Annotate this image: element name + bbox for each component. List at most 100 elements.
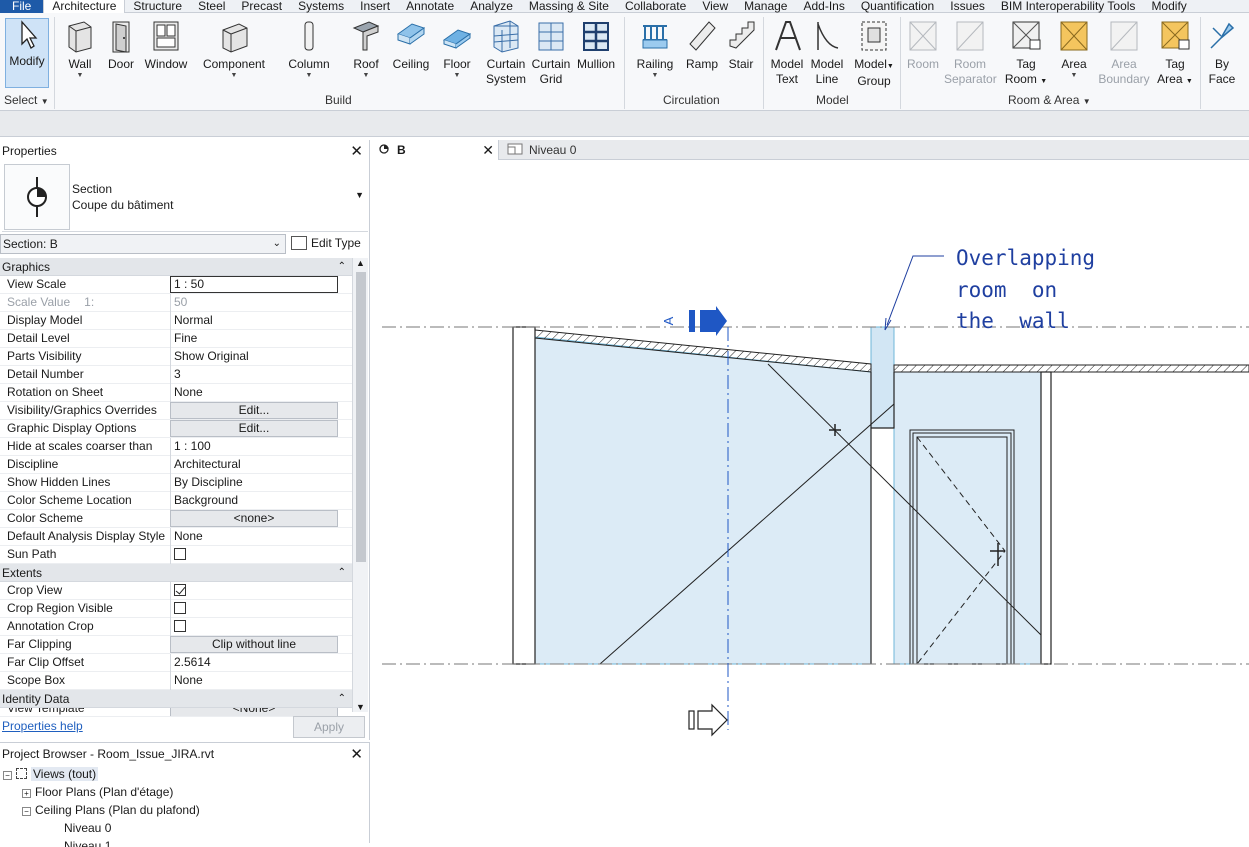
section-drawing[interactable]: A Overlapping room on the wall — [371, 160, 1249, 843]
color-scheme-button[interactable]: <none> — [170, 510, 338, 527]
room-area-group-label[interactable]: Room & Area ▼ — [1008, 93, 1091, 107]
menu-quantification[interactable]: Quantification — [853, 0, 942, 13]
floor-button[interactable]: Floor ▼ — [438, 18, 476, 79]
railing-button[interactable]: Railing ▼ — [634, 18, 676, 79]
collapse-icon[interactable]: ⌃ — [338, 690, 346, 708]
select-dropdown[interactable]: Select ▼ — [4, 93, 49, 107]
prop-value[interactable]: By Discipline — [170, 474, 338, 492]
menu-manage[interactable]: Manage — [736, 0, 795, 13]
collapse-icon[interactable]: ⌃ — [338, 258, 346, 276]
menu-file[interactable]: File — [0, 0, 44, 13]
view-scale-input[interactable]: 1 : 50 — [170, 276, 338, 293]
model-group-button[interactable]: Model▼ Group — [852, 18, 896, 89]
prop-value[interactable]: 2.5614 — [170, 654, 338, 672]
tree-item-niveau-1[interactable]: Niveau 1 — [0, 837, 370, 847]
tree-item-niveau-0[interactable]: Niveau 0 — [0, 819, 370, 837]
prop-value[interactable]: Show Original — [170, 348, 338, 366]
tab-niveau-0[interactable]: Niveau 0 — [501, 140, 621, 160]
menu-steel[interactable]: Steel — [190, 0, 233, 13]
drawing-canvas[interactable]: A Overlapping room on the wall — [371, 160, 1249, 843]
wall-button[interactable]: Wall ▼ — [60, 18, 100, 79]
prop-value[interactable]: None — [170, 384, 338, 402]
scroll-thumb[interactable] — [356, 272, 366, 562]
far-clipping-button[interactable]: Clip without line — [170, 636, 338, 653]
annotation-line-2[interactable]: room on — [956, 278, 1057, 302]
prop-value[interactable]: Normal — [170, 312, 338, 330]
prop-value[interactable]: Background — [170, 492, 338, 510]
prop-value[interactable]: None — [170, 672, 338, 690]
menu-modify[interactable]: Modify — [1143, 0, 1194, 13]
close-icon[interactable]: ✕ — [482, 140, 494, 160]
chevron-down-icon[interactable]: ▼ — [355, 190, 364, 200]
edit-type-button[interactable]: Edit Type — [291, 234, 361, 254]
prop-value[interactable]: Fine — [170, 330, 338, 348]
curtain-system-button[interactable]: Curtain System — [484, 18, 528, 87]
crop-view-checkbox[interactable] — [174, 584, 186, 596]
wall-left[interactable] — [512, 326, 536, 665]
model-text-button[interactable]: Model Text — [768, 18, 806, 87]
menu-massing-site[interactable]: Massing & Site — [521, 0, 617, 13]
graphic-display-edit-button[interactable]: Edit... — [170, 420, 338, 437]
menu-architecture[interactable]: Architecture — [43, 0, 126, 13]
apply-button[interactable]: Apply — [293, 716, 365, 738]
tag-area-button[interactable]: Tag Area ▼ — [1154, 18, 1196, 89]
close-icon[interactable]: ✕ — [350, 745, 363, 763]
prop-value[interactable]: None — [170, 528, 338, 546]
room-region-right[interactable] — [893, 371, 1043, 665]
tab-section-b[interactable]: B ✕ — [371, 140, 499, 160]
menu-precast[interactable]: Precast — [233, 0, 290, 13]
category-identity-data[interactable]: Identity Data ⌃ — [0, 690, 352, 708]
menu-insert[interactable]: Insert — [352, 0, 398, 13]
door-button[interactable]: Door — [104, 18, 138, 72]
menu-structure[interactable]: Structure — [125, 0, 190, 13]
menu-annotate[interactable]: Annotate — [398, 0, 462, 13]
type-selector[interactable]: Section Coupe du bâtiment ▼ — [2, 162, 368, 232]
stair-button[interactable]: Stair — [724, 18, 758, 72]
menu-issues[interactable]: Issues — [942, 0, 993, 13]
scroll-down-icon[interactable]: ▼ — [356, 702, 365, 712]
prop-value[interactable]: 1 : 100 — [170, 438, 338, 456]
crop-region-checkbox[interactable] — [174, 602, 186, 614]
roof-button[interactable]: Roof ▼ — [348, 18, 384, 79]
vg-overrides-edit-button[interactable]: Edit... — [170, 402, 338, 419]
menu-add-ins[interactable]: Add-Ins — [795, 0, 852, 13]
roof-flat[interactable] — [893, 364, 1249, 373]
annotation-line-3[interactable]: the wall — [956, 309, 1070, 333]
prop-value[interactable]: Architectural — [170, 456, 338, 474]
collapse-icon[interactable]: − — [22, 807, 31, 816]
scroll-up-icon[interactable]: ▲ — [356, 258, 365, 268]
annotation-line-1[interactable]: Overlapping — [956, 246, 1095, 270]
ceiling-button[interactable]: Ceiling — [390, 18, 432, 72]
model-line-button[interactable]: Model Line — [808, 18, 846, 87]
overlapping-room-on-wall[interactable] — [870, 326, 895, 429]
properties-scrollbar[interactable]: ▲ ▼ — [352, 258, 368, 712]
by-face-button[interactable]: By Face — [1204, 18, 1240, 87]
curtain-grid-button[interactable]: Curtain Grid — [530, 18, 572, 87]
tree-item-ceiling-plans[interactable]: − Ceiling Plans (Plan du plafond) — [0, 801, 370, 819]
sun-path-checkbox[interactable] — [174, 548, 186, 560]
room-region-left[interactable] — [534, 336, 872, 665]
prop-value[interactable]: 3 — [170, 366, 338, 384]
window-button[interactable]: Window — [142, 18, 190, 72]
area-button[interactable]: Area ▼ — [1052, 18, 1096, 79]
menu-view[interactable]: View — [694, 0, 736, 13]
close-icon[interactable]: ✕ — [350, 142, 363, 160]
room-separator-button[interactable]: Room Separator — [944, 18, 997, 87]
section-tail[interactable] — [688, 703, 728, 737]
tree-item-floor-plans[interactable]: + Floor Plans (Plan d'étage) — [0, 783, 370, 801]
mullion-button[interactable]: Mullion — [574, 18, 618, 72]
area-boundary-button[interactable]: Area Boundary — [1098, 18, 1150, 87]
category-extents[interactable]: Extents ⌃ — [0, 564, 352, 582]
column-button[interactable]: Column ▼ — [286, 18, 332, 79]
tag-room-button[interactable]: Tag Room ▼ — [1004, 18, 1048, 89]
section-head-a[interactable] — [689, 306, 727, 336]
tree-item-views[interactable]: − Views (tout) — [0, 765, 370, 783]
component-button[interactable]: Component ▼ — [200, 18, 268, 79]
wall-right[interactable] — [1040, 371, 1052, 665]
collapse-icon[interactable]: − — [3, 771, 12, 780]
collapse-icon[interactable]: ⌃ — [338, 564, 346, 582]
annotation-crop-checkbox[interactable] — [174, 620, 186, 632]
instance-filter-dropdown[interactable]: Section: B ⌄ — [0, 234, 286, 254]
expand-icon[interactable]: + — [22, 789, 31, 798]
ramp-button[interactable]: Ramp — [684, 18, 720, 72]
